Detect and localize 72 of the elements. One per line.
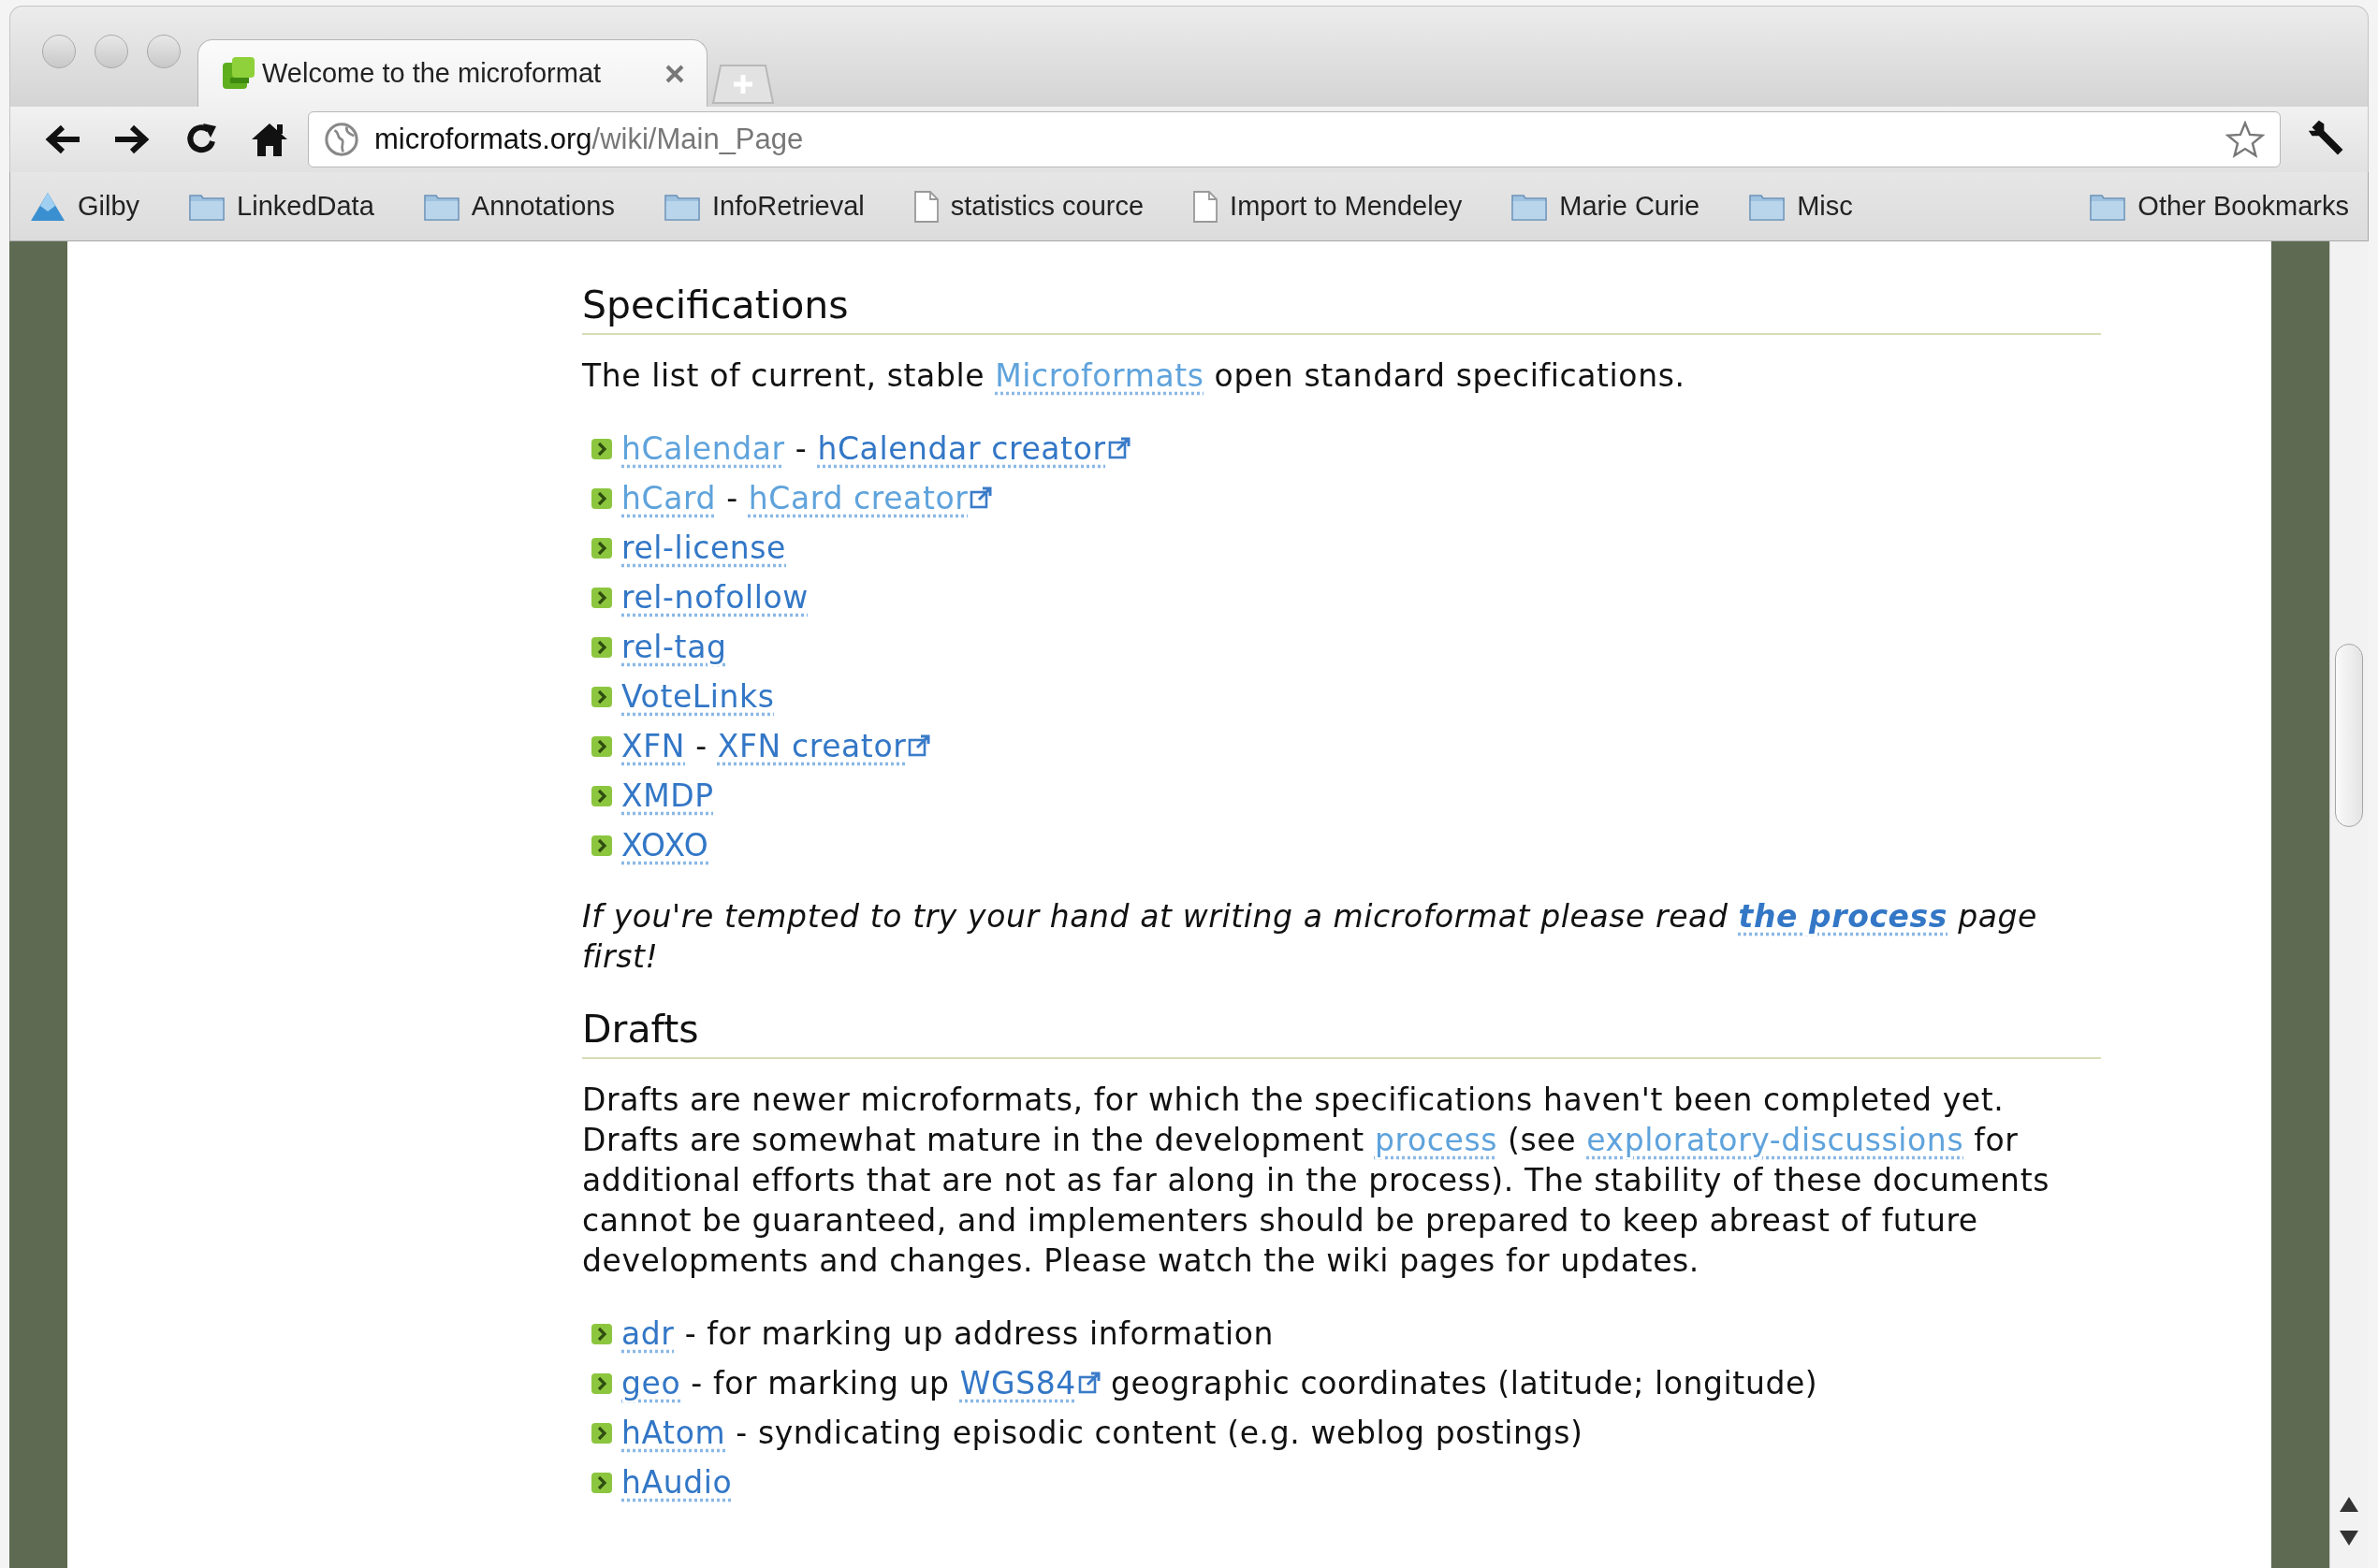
scroll-up-icon[interactable] [2340, 1497, 2358, 1512]
bookmark-item[interactable]: Gilby [18, 182, 152, 230]
paragraph: If you're tempted to try your hand at writing a microformat please read the process page first! [582, 897, 2038, 977]
item-description: - for marking up address information [683, 1314, 1275, 1354]
bookmark-item[interactable]: LinkedData [177, 182, 386, 230]
close-icon[interactable] [665, 64, 684, 83]
section-heading: Specifications [582, 282, 849, 329]
bookmark-item[interactable]: Annotations [411, 182, 626, 230]
link[interactable]: rel-tag [621, 623, 727, 671]
section-heading: Drafts [582, 1006, 699, 1053]
link[interactable]: WGS84 [959, 1359, 1101, 1407]
link[interactable]: hCalendar [621, 425, 785, 472]
link[interactable]: Microformats [995, 357, 1204, 394]
bullet-icon [591, 1323, 612, 1344]
bullet-icon [591, 785, 612, 806]
link[interactable]: hCard [621, 474, 717, 522]
scrollbar-thumb[interactable] [2335, 644, 2363, 827]
link[interactable]: hCalendar creator [817, 425, 1131, 472]
external-link-icon [1107, 436, 1131, 459]
scroll-down-icon[interactable] [2340, 1531, 2358, 1546]
bullet-icon [591, 735, 612, 757]
item-description: - for marking up [690, 1363, 951, 1403]
paragraph: Drafts are newer microformats, for which the specifications haven't been completed yet. Drafts are somewhat mature in the development process (see exploratory-discussions for additional efforts that are not as far along in the process). The stability of these documents cannot be guaranteed, and implementers should be prepared to keep abreast of future developments and changes. Please watch the wiki pages for updates. [582, 1081, 2050, 1281]
home-icon[interactable] [250, 121, 289, 158]
bullet-icon [591, 487, 612, 509]
bullet-icon [591, 686, 612, 707]
link[interactable]: XOXO [621, 821, 709, 869]
page-icon [912, 189, 940, 224]
link[interactable]: hAudio [621, 1459, 733, 1506]
dash-text: - [694, 726, 708, 766]
bullet-icon [591, 1422, 612, 1444]
link[interactable]: VoteLinks [621, 673, 775, 720]
link[interactable]: XFN creator [717, 722, 931, 770]
bookmark-item[interactable]: Misc [1737, 182, 1864, 230]
bookmark-item[interactable]: InfoRetrieval [651, 182, 876, 230]
bullet-icon [591, 438, 612, 459]
external-link-icon [970, 486, 993, 509]
url-text: microformats.org/wiki/Main_Page [374, 121, 804, 157]
link[interactable]: XFN [621, 722, 686, 770]
bullet-icon [591, 1472, 612, 1493]
bullet-icon [591, 636, 612, 658]
link[interactable]: process [1374, 1122, 1497, 1158]
link[interactable]: the process [1738, 898, 1948, 935]
browser-tab[interactable]: Welcome to the microformat [197, 39, 708, 107]
paragraph: The list of current, stable Microformats open standard specifications. [582, 356, 1686, 396]
dash-text: - [725, 478, 739, 518]
tab-title: Welcome to the microformat [262, 56, 602, 90]
link[interactable]: hCard creator [748, 474, 993, 522]
item-description: geographic coordinates (latitude; longitude) [1109, 1363, 1818, 1403]
link[interactable]: XMDP [621, 772, 714, 820]
link[interactable]: rel-license [621, 524, 786, 572]
external-link-icon [908, 733, 931, 757]
bullet-icon [591, 1372, 612, 1394]
link[interactable]: adr [621, 1310, 675, 1357]
page-icon [1192, 189, 1219, 224]
external-link-icon [1077, 1371, 1101, 1394]
dash-text: - [794, 428, 809, 469]
bookmark-item[interactable]: Marie Curie [1499, 182, 1712, 230]
bookmark-item[interactable]: statistics cource [901, 182, 1156, 230]
bullet-icon [591, 537, 612, 559]
link[interactable]: geo [621, 1359, 681, 1407]
globe-icon [324, 122, 359, 157]
bullet-icon [591, 587, 612, 608]
bookmark-item[interactable]: Import to Mendeley [1181, 182, 1474, 230]
link[interactable]: rel-nofollow [621, 573, 809, 621]
link[interactable]: hAtom [621, 1409, 726, 1457]
bullet-icon [591, 835, 612, 856]
bookmark-item[interactable]: Other Bookmarks [2078, 182, 2360, 230]
star-icon[interactable] [2225, 121, 2265, 158]
address-bar[interactable]: microformats.org/wiki/Main_Page [308, 111, 2281, 167]
item-description: - syndicating episodic content (e.g. weblog postings) [735, 1413, 1583, 1453]
link[interactable]: exploratory-discussions [1586, 1122, 1964, 1158]
